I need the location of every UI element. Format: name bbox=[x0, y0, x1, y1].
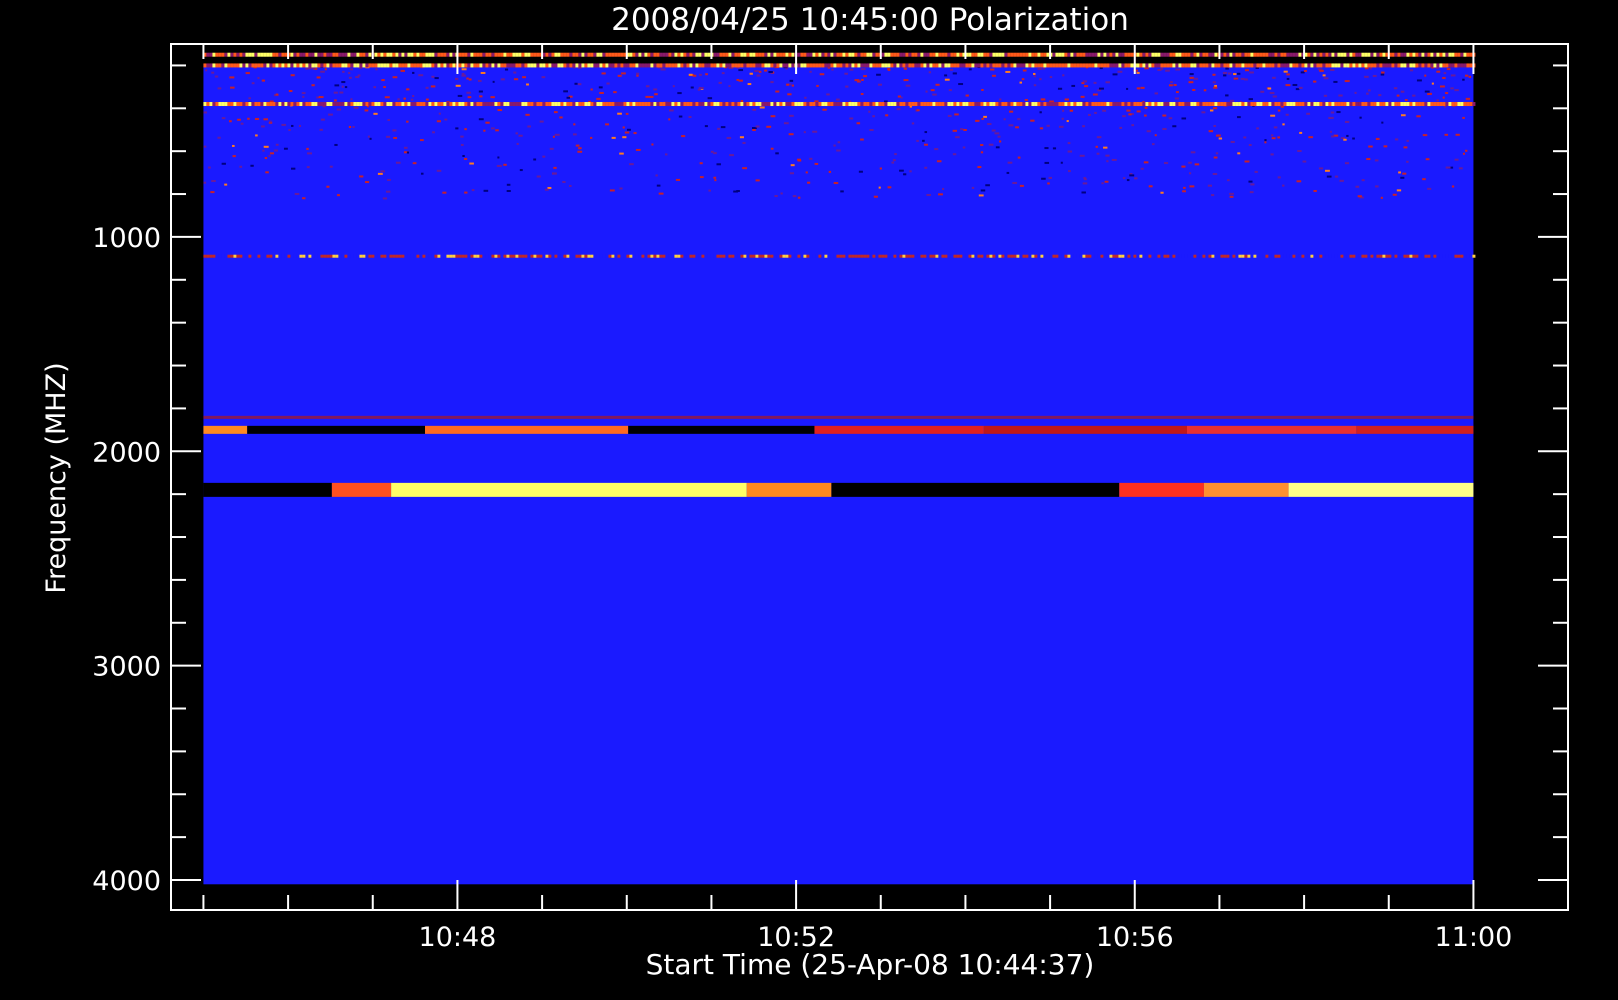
freq-band-150 bbox=[203, 52, 1476, 57]
freq-band-2180 bbox=[203, 482, 1474, 497]
y-axis-label: Frequency (MHZ) bbox=[41, 362, 72, 593]
heatmap-image bbox=[203, 52, 1476, 885]
freq-band-1090 bbox=[203, 254, 1476, 258]
chart-title: 2008/04/25 10:45:00 Polarization bbox=[611, 2, 1129, 38]
x-tick-label: 11:00 bbox=[1435, 922, 1513, 953]
spectrogram-chart: 2008/04/25 10:45:00 Polarization 1000 200… bbox=[41, 2, 1569, 981]
x-axis-label: Start Time (25-Apr-08 10:44:37) bbox=[646, 948, 1095, 981]
heatmap-background bbox=[203, 64, 1474, 885]
freq-band-380 bbox=[203, 102, 1476, 107]
freq-band-200 bbox=[203, 63, 1476, 68]
y-tick-label: 4000 bbox=[92, 866, 161, 897]
y-tick-labels: 1000 2000 3000 4000 bbox=[92, 223, 161, 897]
y-tick-label: 3000 bbox=[92, 652, 161, 683]
y-tick-label: 1000 bbox=[92, 223, 161, 254]
y-tick-label: 2000 bbox=[92, 437, 161, 468]
x-tick-label: 10:48 bbox=[419, 922, 497, 953]
x-tick-label: 10:56 bbox=[1096, 922, 1174, 953]
